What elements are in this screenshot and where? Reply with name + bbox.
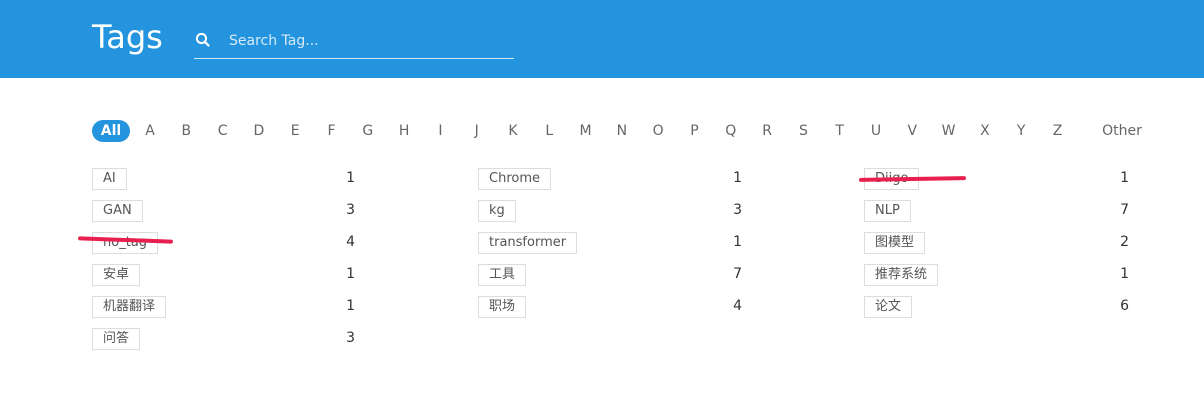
tag-row: 问答 3 (92, 328, 359, 350)
tag-chip[interactable]: 问答 (92, 328, 141, 350)
alpha-filter-x[interactable]: X (975, 120, 995, 142)
alpha-filter-i[interactable]: I (430, 120, 450, 142)
alpha-filter-n[interactable]: N (612, 120, 632, 142)
tag-chip[interactable]: 论文 (864, 296, 913, 318)
alpha-filter-f[interactable]: F (322, 120, 342, 142)
alpha-filter-a[interactable]: A (140, 120, 160, 142)
search-box[interactable] (194, 22, 514, 59)
alpha-filter-y[interactable]: Y (1011, 120, 1031, 142)
alpha-filter-q[interactable]: Q (721, 120, 741, 142)
alpha-filter-o[interactable]: O (648, 120, 668, 142)
alpha-filter-p[interactable]: P (685, 120, 705, 142)
tag-row: 推荐系统 1 (864, 264, 1133, 286)
alpha-filter-v[interactable]: V (902, 120, 922, 142)
tag-row: 安卓 1 (92, 264, 359, 286)
alpha-filter-k[interactable]: K (503, 120, 523, 142)
tag-chip[interactable]: 职场 (478, 296, 527, 318)
search-input[interactable] (227, 28, 511, 54)
tag-chip[interactable]: kg (478, 200, 516, 222)
tag-count: 4 (346, 234, 355, 250)
tag-row: kg 3 (478, 200, 746, 222)
alphabet-filter: All A B C D E F G H I J K L M N O P Q R S T U V W X Y Z Other (92, 120, 1152, 142)
tag-chip[interactable]: 图模型 (864, 232, 926, 254)
alpha-filter-u[interactable]: U (866, 120, 886, 142)
tag-count: 3 (346, 330, 355, 346)
tag-chip[interactable]: transformer (478, 232, 578, 254)
alpha-filter-r[interactable]: R (757, 120, 777, 142)
tag-count: 7 (1120, 202, 1129, 218)
tag-row: no_tag 4 (92, 232, 359, 254)
alpha-filter-h[interactable]: H (394, 120, 414, 142)
tag-count: 1 (346, 298, 355, 314)
tag-row: NLP 7 (864, 200, 1133, 222)
tag-chip[interactable]: no_tag (92, 232, 159, 254)
tag-count: 1 (1120, 170, 1129, 186)
tag-row: Chrome 1 (478, 168, 746, 190)
page-title: Tags (92, 18, 163, 56)
search-icon (194, 31, 212, 49)
tag-count: 3 (733, 202, 742, 218)
alpha-filter-s[interactable]: S (793, 120, 813, 142)
alpha-filter-other[interactable]: Other (1092, 120, 1152, 142)
alpha-filter-all[interactable]: All (92, 120, 130, 142)
tag-chip[interactable]: NLP (864, 200, 911, 222)
alpha-filter-l[interactable]: L (539, 120, 559, 142)
alpha-filter-j[interactable]: J (467, 120, 487, 142)
tag-row: 论文 6 (864, 296, 1133, 318)
tag-count: 4 (733, 298, 742, 314)
tag-chip[interactable]: 机器翻译 (92, 296, 167, 318)
tag-chip[interactable]: Chrome (478, 168, 551, 190)
alpha-filter-t[interactable]: T (830, 120, 850, 142)
tag-chip[interactable]: 工具 (478, 264, 527, 286)
tag-count: 7 (733, 266, 742, 282)
tag-chip[interactable]: GAN (92, 200, 143, 222)
tag-row: GAN 3 (92, 200, 359, 222)
tag-row: AI 1 (92, 168, 359, 190)
tag-count: 1 (346, 266, 355, 282)
tag-row: 机器翻译 1 (92, 296, 359, 318)
alpha-filter-d[interactable]: D (249, 120, 269, 142)
tag-count: 2 (1120, 234, 1129, 250)
tag-count: 6 (1120, 298, 1129, 314)
tag-count: 1 (1120, 266, 1129, 282)
tag-count: 1 (346, 170, 355, 186)
tag-count: 1 (733, 170, 742, 186)
alpha-filter-c[interactable]: C (213, 120, 233, 142)
header-bar: Tags (0, 0, 1204, 78)
tag-chip[interactable]: AI (92, 168, 127, 190)
alpha-filter-m[interactable]: M (576, 120, 596, 142)
tag-count: 3 (346, 202, 355, 218)
alpha-filter-e[interactable]: E (285, 120, 305, 142)
tag-row: 职场 4 (478, 296, 746, 318)
alpha-filter-w[interactable]: W (939, 120, 959, 142)
alpha-filter-z[interactable]: Z (1048, 120, 1068, 142)
tag-row: transformer 1 (478, 232, 746, 254)
alpha-filter-g[interactable]: G (358, 120, 378, 142)
tag-chip[interactable]: 推荐系统 (864, 264, 939, 286)
tag-count: 1 (733, 234, 742, 250)
tag-row: 图模型 2 (864, 232, 1133, 254)
tag-chip[interactable]: 安卓 (92, 264, 141, 286)
tag-row: 工具 7 (478, 264, 746, 286)
alpha-filter-b[interactable]: B (176, 120, 196, 142)
